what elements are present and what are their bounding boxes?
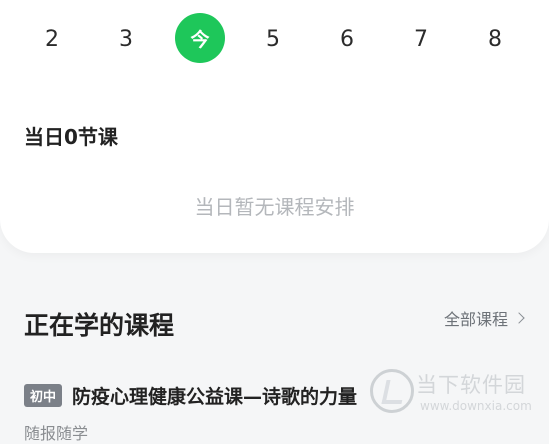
day-8[interactable]: 8 (469, 14, 521, 64)
watermark: 当下软件园 www.downxia.com (370, 367, 540, 419)
day-course-count: 当日0节课 (24, 125, 118, 149)
watermark-url: www.downxia.com (420, 399, 532, 413)
watermark-logo-icon (370, 369, 414, 413)
day-3[interactable]: 3 (100, 14, 152, 64)
day-7[interactable]: 7 (395, 14, 447, 64)
day-6[interactable]: 6 (321, 14, 373, 64)
chevron-right-icon (513, 312, 525, 324)
all-courses-link[interactable]: 全部课程 (443, 306, 525, 330)
course-subtitle: 随报随学 (24, 424, 89, 443)
empty-schedule-text: 当日暂无课程安排 (194, 195, 355, 219)
course-item[interactable]: 初中 防疫心理健康公益课—诗歌的力量 (24, 382, 357, 409)
watermark-name: 当下软件园 (416, 373, 526, 397)
day-2[interactable]: 2 (26, 14, 78, 64)
course-title: 防疫心理健康公益课—诗歌的力量 (72, 386, 358, 408)
section-title: 正在学的课程 (24, 311, 175, 340)
schedule-card: 2 3 今 5 6 7 8 当日0节课 当日暂无课程安排 (0, 0, 549, 253)
grade-badge: 初中 (24, 384, 63, 407)
day-5[interactable]: 5 (247, 14, 299, 64)
day-today[interactable]: 今 (175, 13, 225, 63)
all-courses-label: 全部课程 (443, 310, 508, 329)
